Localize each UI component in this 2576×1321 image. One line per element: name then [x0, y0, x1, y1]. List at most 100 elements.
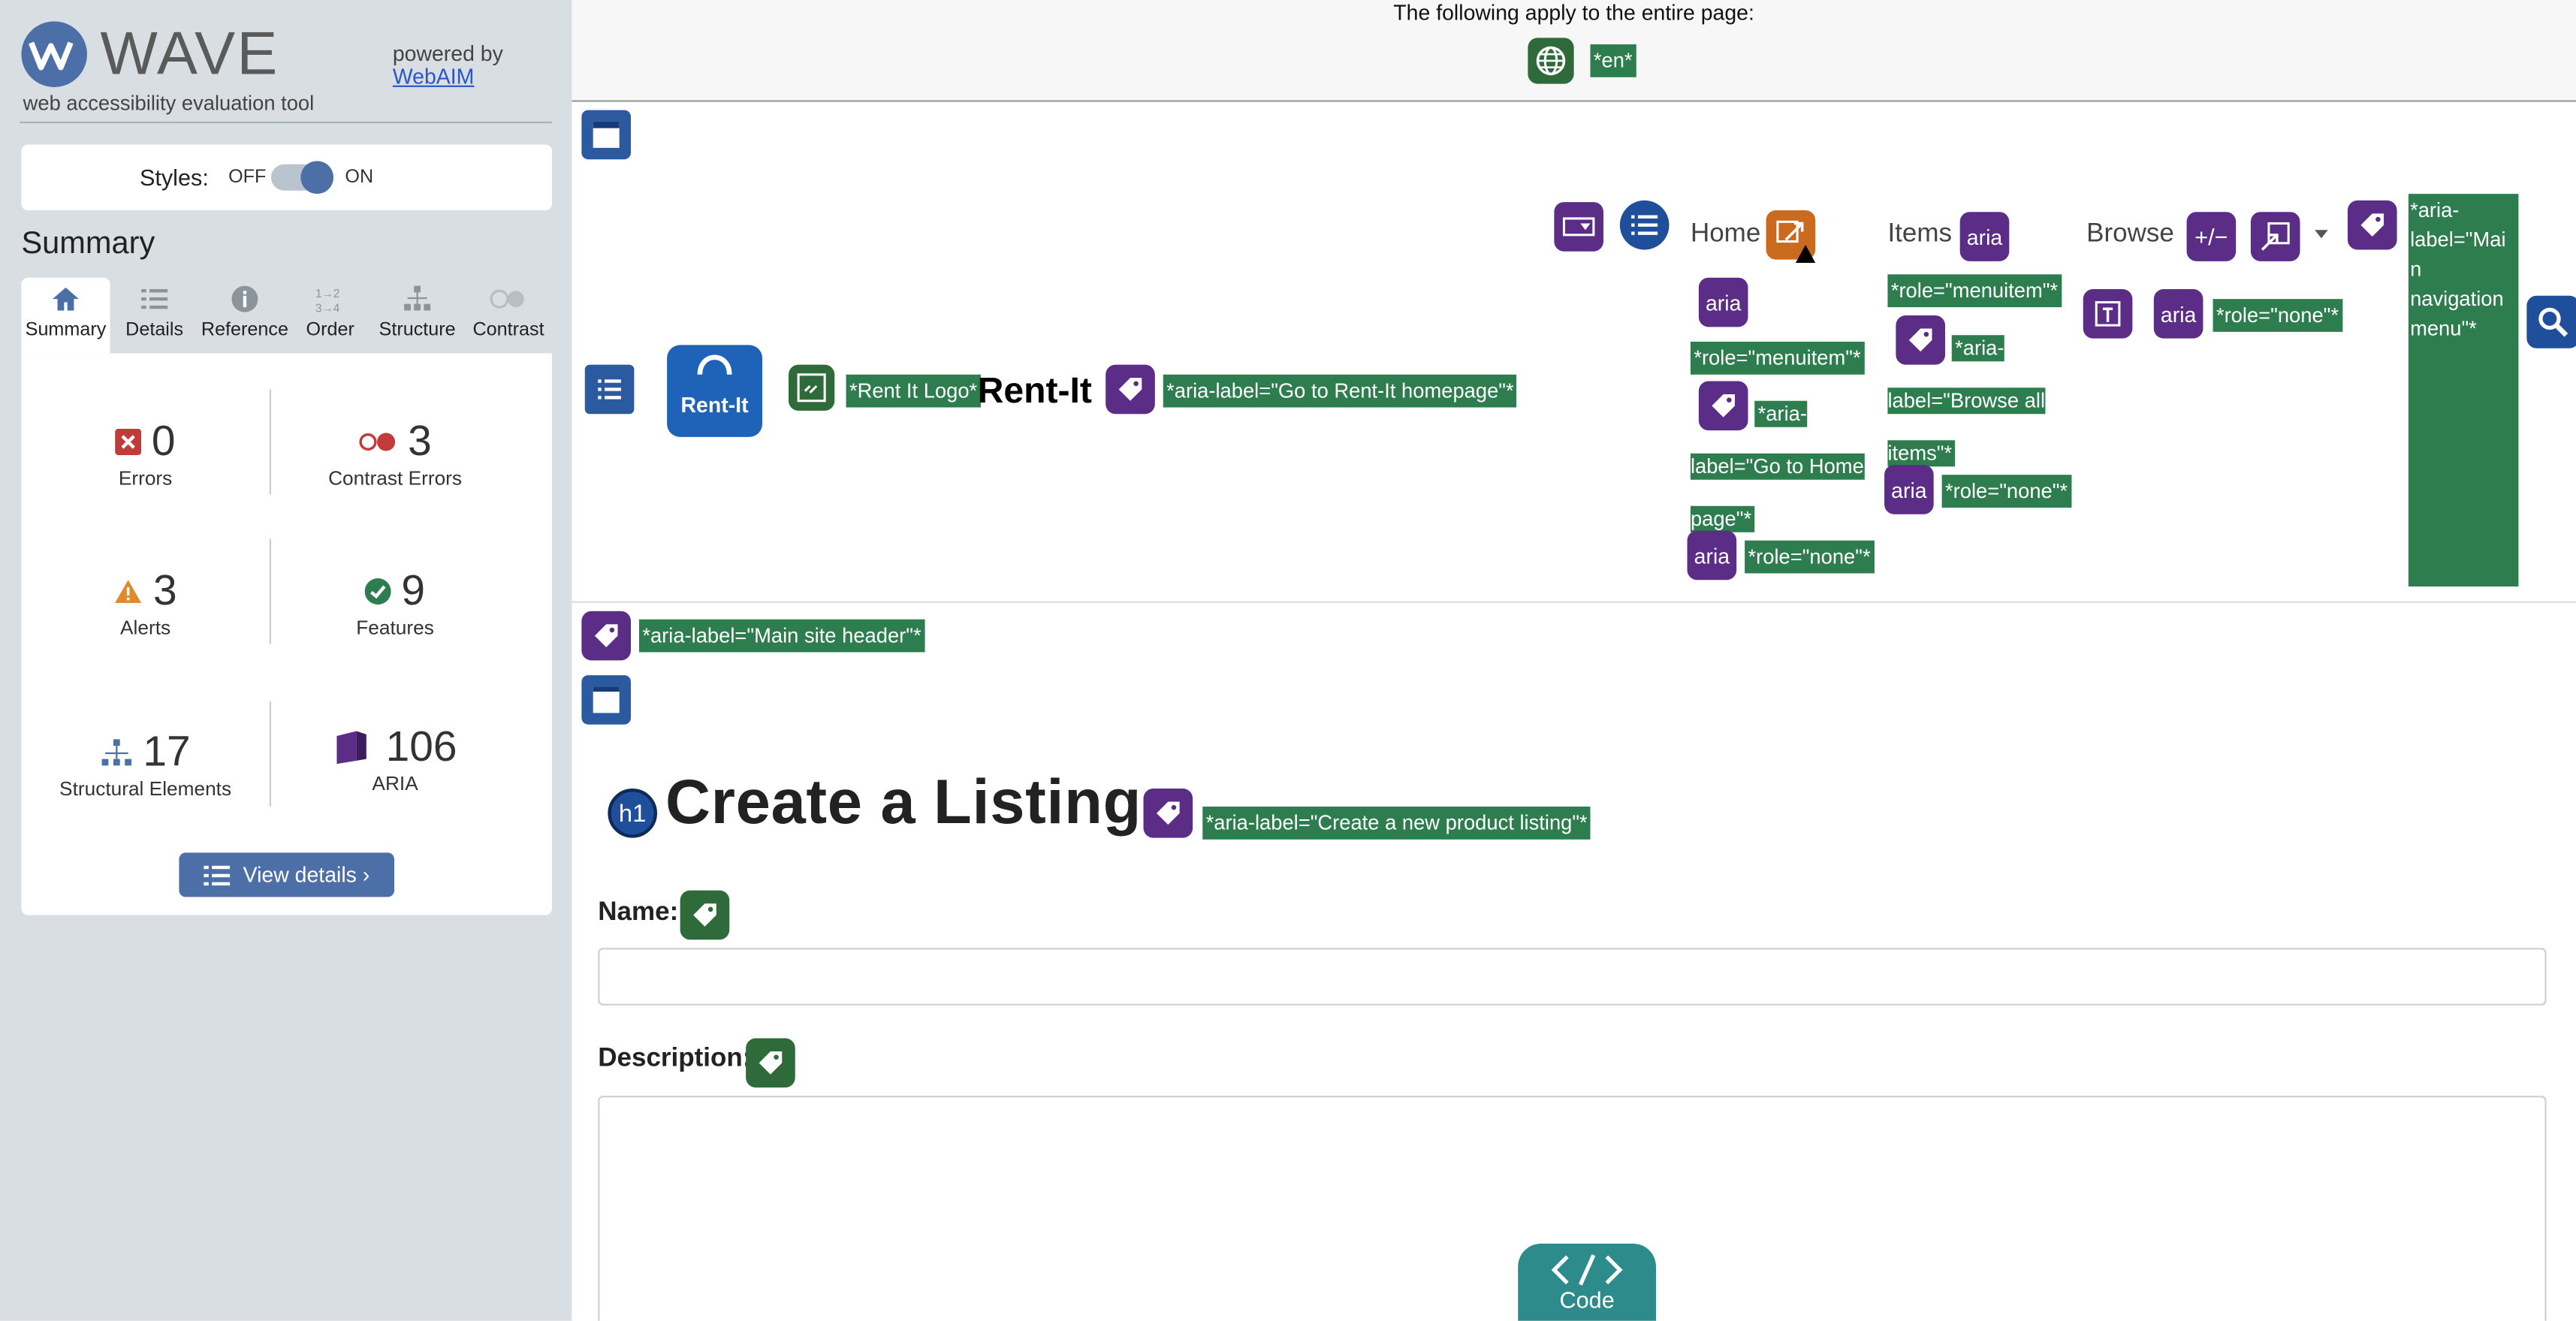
- summary-panel: 0 Errors 3 Contrast Errors 3 Alerts 9 Fe…: [21, 353, 552, 915]
- main-region-icon[interactable]: [581, 675, 631, 725]
- tab-contrast[interactable]: Contrast: [465, 278, 552, 350]
- aria-label-icon[interactable]: [1106, 364, 1155, 415]
- stat-errors[interactable]: 0 Errors: [21, 415, 269, 490]
- styles-label: Styles:: [139, 164, 209, 191]
- chevron-down-icon[interactable]: [2313, 228, 2330, 242]
- list-region-icon[interactable]: [584, 364, 635, 415]
- unordered-list-icon[interactable]: [1619, 200, 1670, 250]
- svg-text:1→2: 1→2: [315, 288, 339, 300]
- aria-icon[interactable]: aria: [2153, 289, 2203, 339]
- tab-reference[interactable]: Reference: [199, 278, 291, 350]
- aria-icon: [336, 730, 366, 764]
- main-nav-label-tag: *aria-label="Main navigation menu"*: [2408, 194, 2519, 587]
- divider: [20, 121, 552, 124]
- tab-label: Details: [125, 320, 184, 340]
- rent-it-logo[interactable]: Rent-It: [667, 345, 762, 437]
- stat-alerts[interactable]: 3 Alerts: [21, 565, 269, 639]
- home-label-tag-wrap: *aria-label="Go to Home page"*: [1690, 388, 1872, 545]
- logo-alt-tag: *Rent It Logo*: [846, 374, 981, 408]
- applies-text: The following apply to the entire page:: [1393, 0, 1754, 25]
- home-role-none-tag: *role="none"*: [1745, 540, 1874, 574]
- contrast-errors-label: Contrast Errors: [328, 466, 463, 490]
- structure-icon: [404, 285, 431, 311]
- aria-tabindex-icon[interactable]: [2083, 289, 2133, 339]
- aria-icon[interactable]: aria: [1687, 530, 1737, 581]
- tab-label: Structure: [379, 320, 456, 340]
- tab-label: Summary: [25, 320, 107, 340]
- stat-aria[interactable]: 106 ARIA: [271, 721, 519, 795]
- form-label-icon[interactable]: [680, 890, 730, 940]
- nav-home[interactable]: Home: [1691, 220, 1760, 249]
- aria-icon[interactable]: aria: [1698, 277, 1748, 327]
- title-label-tag: *aria-label="Create a new product listin…: [1202, 807, 1591, 840]
- structural-count: 17: [143, 725, 191, 776]
- tab-order[interactable]: 1→2 3→4 Order: [291, 278, 370, 350]
- styles-toggle[interactable]: [270, 161, 334, 195]
- linked-image-icon[interactable]: [789, 364, 835, 411]
- alert-icon: [115, 579, 142, 602]
- styles-on-label: ON: [345, 167, 374, 188]
- view-details-label: View details ›: [243, 862, 370, 888]
- tab-summary[interactable]: Summary: [21, 277, 110, 354]
- error-icon: [115, 427, 142, 454]
- aria-label-icon[interactable]: [1143, 789, 1193, 838]
- features-label: Features: [356, 616, 434, 639]
- home-label-tag: *aria-label="Go to Home page"*: [1690, 400, 1864, 532]
- errors-label: Errors: [118, 466, 173, 490]
- info-icon: [231, 285, 258, 312]
- language-icon[interactable]: [1528, 38, 1574, 84]
- tab-structure[interactable]: Structure: [370, 278, 465, 350]
- tab-label: Reference: [201, 320, 288, 340]
- view-details-button[interactable]: View details ›: [179, 852, 394, 897]
- stat-features[interactable]: 9 Features: [271, 565, 519, 639]
- aria-icon[interactable]: aria: [1884, 465, 1934, 514]
- powered-by: powered by: [392, 41, 503, 66]
- h1-icon[interactable]: h1: [608, 789, 657, 838]
- wave-logo-icon: [21, 21, 87, 87]
- contrast-icon: [490, 289, 524, 309]
- lang-tag: *en*: [1590, 44, 1636, 77]
- banner-divider: [572, 100, 2576, 102]
- code-label: Code: [1559, 1286, 1615, 1313]
- styles-off-label: OFF: [228, 167, 267, 188]
- header-region-icon[interactable]: [581, 110, 631, 160]
- aria-label-icon[interactable]: [581, 611, 631, 661]
- stat-contrast-errors[interactable]: 3 Contrast Errors: [271, 415, 519, 489]
- aria-label-icon[interactable]: [2347, 200, 2397, 250]
- webaim-link[interactable]: WebAIM: [393, 64, 475, 89]
- contrast-error-icon: [359, 432, 396, 451]
- aria-menu-icon[interactable]: +/−: [2186, 212, 2237, 261]
- code-button[interactable]: Code: [1518, 1243, 1656, 1321]
- site-name[interactable]: Rent-It: [978, 369, 1092, 412]
- nav-browse[interactable]: Browse: [2086, 220, 2174, 249]
- header-divider: [572, 601, 2576, 603]
- wave-tagline: web accessibility evaluation tool: [23, 92, 315, 116]
- aria-expanded-icon[interactable]: [1554, 202, 1603, 252]
- browse-label-tag: *aria-label="Browse all items"*: [1887, 335, 2046, 467]
- features-count: 9: [401, 565, 425, 615]
- alerts-label: Alerts: [120, 616, 171, 639]
- list-icon: [141, 289, 168, 309]
- styles-card: Styles: OFF ON: [21, 144, 552, 210]
- nav-items[interactable]: Items: [1887, 220, 1952, 249]
- description-label: Description:: [598, 1045, 752, 1073]
- aria-popup-icon[interactable]: [2250, 212, 2300, 261]
- page-title: Create a Listing: [665, 768, 1142, 838]
- name-field[interactable]: [598, 948, 2547, 1006]
- stat-structural[interactable]: 17 Structural Elements: [21, 726, 269, 800]
- check-icon: [365, 577, 392, 604]
- browse-role-none-tag: *role="none"*: [2213, 299, 2342, 332]
- tab-label: Contrast: [472, 320, 544, 340]
- aria-label: ARIA: [372, 772, 418, 795]
- aria-count: 106: [385, 721, 457, 771]
- list-icon: [204, 864, 231, 885]
- form-label-icon[interactable]: [746, 1038, 795, 1088]
- site-header-tag: *aria-label="Main site header"*: [638, 619, 925, 653]
- tab-details[interactable]: Details: [110, 278, 199, 350]
- warning-triangle-icon: [1795, 244, 1816, 263]
- browse-label-tag-wrap: *aria-label="Browse all items"*: [1887, 322, 2068, 480]
- toggle-knob: [300, 161, 334, 195]
- aria-icon[interactable]: aria: [1959, 212, 2010, 261]
- order-icon: 1→23→4: [315, 288, 340, 315]
- search-icon[interactable]: [2526, 295, 2576, 348]
